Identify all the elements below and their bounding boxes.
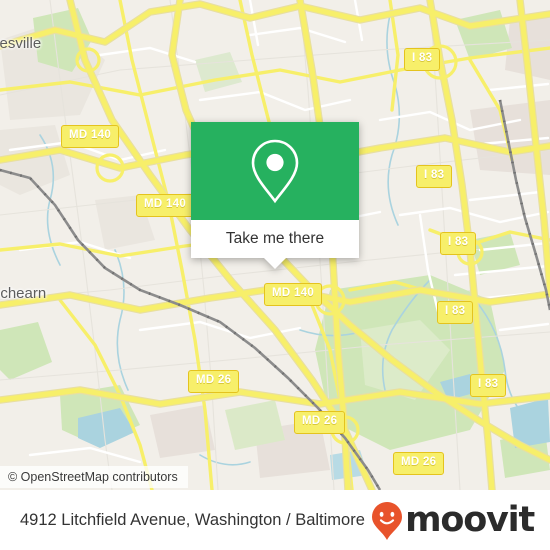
osm-attribution[interactable]: © OpenStreetMap contributors [0,466,188,488]
road-shield: MD 140 [136,194,195,217]
road-shield: I 83 [416,165,453,188]
map-screen: .rd { fill:none; stroke:#f7ef6a; stroke-… [0,0,550,550]
road-shield: I 83 [404,48,441,71]
road-shield: MD 140 [264,283,323,306]
moovit-smiley-pin-icon [372,501,403,540]
address-label: 4912 Litchfield Avenue, Washington / Bal… [20,511,365,529]
road-shield: MD 26 [294,411,346,434]
moovit-logo[interactable]: moovit [371,500,535,541]
map-canvas[interactable]: .rd { fill:none; stroke:#f7ef6a; stroke-… [0,0,550,490]
take-me-there-button[interactable]: Take me there [191,220,359,258]
callout-image-panel [191,122,359,220]
footer-bar: 4912 Litchfield Avenue, Washington / Bal… [0,490,550,550]
place-label: kesville [0,35,42,52]
road-shield: I 83 [437,301,474,324]
road-shield: I 83 [470,374,507,397]
location-pin-icon [251,139,299,204]
place-label: ochearn [0,285,47,302]
destination-callout[interactable]: Take me there [191,122,359,269]
road-shield: MD 26 [188,370,240,393]
moovit-wordmark: moovit [405,500,535,540]
road-shield: MD 26 [393,452,445,475]
callout-tail [264,258,286,269]
road-shield: MD 140 [61,125,120,148]
road-shield: I 83 [440,232,477,255]
